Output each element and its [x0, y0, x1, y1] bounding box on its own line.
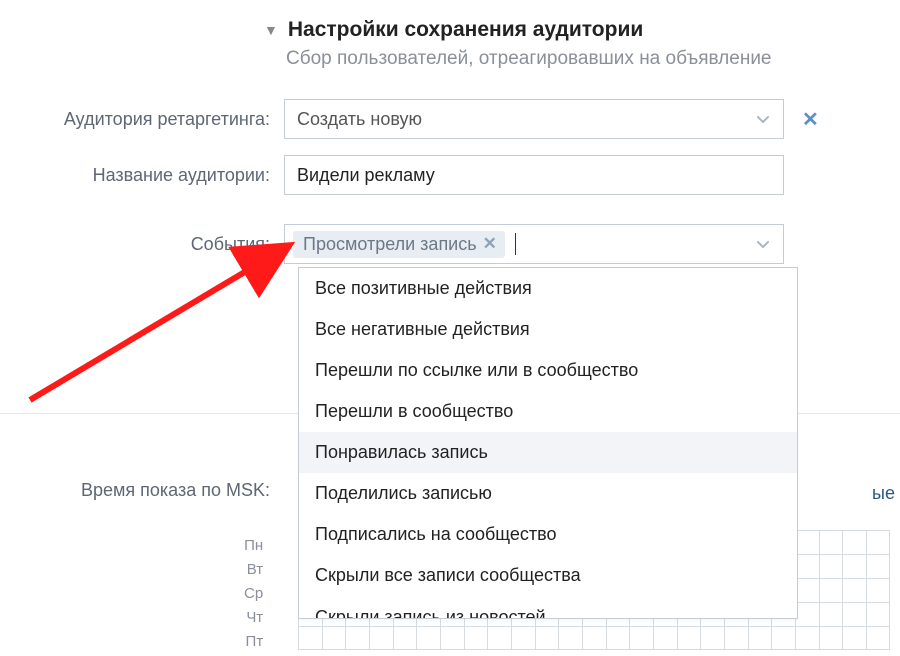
schedule-cell[interactable]: [582, 626, 606, 650]
schedule-cell[interactable]: [819, 530, 843, 554]
schedule-cell[interactable]: [842, 602, 866, 626]
schedule-cell[interactable]: [748, 626, 772, 650]
collapse-icon[interactable]: ▼: [264, 22, 278, 38]
dropdown-item[interactable]: Все позитивные действия: [299, 268, 797, 309]
schedule-cell[interactable]: [771, 626, 795, 650]
schedule-cell[interactable]: [416, 626, 440, 650]
section-header: ▼ Настройки сохранения аудитории Сбор по…: [264, 18, 880, 70]
schedule-cell[interactable]: [795, 578, 819, 602]
schedule-cell[interactable]: [819, 602, 843, 626]
label-events: События:: [0, 234, 284, 255]
schedule-cell[interactable]: [724, 626, 748, 650]
retargeting-select-value: Создать новую: [297, 109, 422, 130]
dropdown-item[interactable]: Подписались на сообщество: [299, 514, 797, 555]
schedule-cell[interactable]: [795, 602, 819, 626]
side-link-fragment[interactable]: ые: [872, 483, 895, 504]
weekday-label: Ср: [244, 582, 263, 606]
schedule-cell[interactable]: [842, 530, 866, 554]
label-time: Время показа по MSK:: [0, 480, 284, 501]
schedule-cell[interactable]: [866, 554, 890, 578]
row-audience-name: Название аудитории: Видели рекламу: [0, 155, 900, 195]
dropdown-item[interactable]: Скрыли запись из новостей: [299, 596, 797, 618]
section-title: Настройки сохранения аудитории: [288, 18, 643, 42]
schedule-cell[interactable]: [866, 602, 890, 626]
audience-name-input[interactable]: Видели рекламу: [284, 155, 784, 195]
schedule-cell[interactable]: [606, 626, 630, 650]
events-multiselect[interactable]: Просмотрели запись ✕: [284, 224, 784, 264]
schedule-cell[interactable]: [866, 626, 890, 650]
schedule-cell[interactable]: [322, 626, 346, 650]
event-chip-label: Просмотрели запись: [303, 234, 477, 255]
dropdown-item[interactable]: Понравилась запись: [299, 432, 797, 473]
dropdown-item[interactable]: Перешли в сообщество: [299, 391, 797, 432]
weekday-label: Пн: [244, 534, 263, 558]
schedule-cell[interactable]: [819, 554, 843, 578]
schedule-cell[interactable]: [653, 626, 677, 650]
dropdown-item[interactable]: Все негативные действия: [299, 309, 797, 350]
schedule-cell[interactable]: [819, 626, 843, 650]
schedule-cell[interactable]: [677, 626, 701, 650]
schedule-cell[interactable]: [393, 626, 417, 650]
schedule-cell[interactable]: [440, 626, 464, 650]
weekday-label: Чт: [244, 606, 263, 630]
schedule-cell[interactable]: [629, 626, 653, 650]
row-retargeting: Аудитория ретаргетинга: Создать новую ✕: [0, 99, 900, 139]
chevron-down-icon: [755, 111, 771, 127]
schedule-cell[interactable]: [487, 626, 511, 650]
schedule-cell[interactable]: [511, 626, 535, 650]
schedule-cell[interactable]: [369, 626, 393, 650]
schedule-cell[interactable]: [819, 578, 843, 602]
event-chip: Просмотрели запись ✕: [293, 231, 505, 258]
schedule-cell[interactable]: [795, 530, 819, 554]
schedule-cell[interactable]: [700, 626, 724, 650]
schedule-cell[interactable]: [866, 578, 890, 602]
events-dropdown[interactable]: Все позитивные действияВсе негативные де…: [298, 267, 798, 619]
label-retargeting: Аудитория ретаргетинга:: [0, 109, 284, 130]
weekday-label: Вт: [244, 558, 263, 582]
dropdown-item[interactable]: Скрыли все записи сообщества: [299, 555, 797, 596]
text-cursor: [515, 233, 516, 255]
schedule-cell[interactable]: [842, 554, 866, 578]
schedule-cell[interactable]: [795, 626, 819, 650]
row-events: События: Просмотрели запись ✕: [0, 224, 900, 264]
chevron-down-icon[interactable]: [755, 236, 771, 252]
schedule-cell[interactable]: [795, 554, 819, 578]
weekday-labels: ПнВтСрЧтПт: [244, 534, 263, 654]
weekday-label: Пт: [244, 630, 263, 654]
label-audience-name: Название аудитории:: [0, 165, 284, 186]
dropdown-item[interactable]: Поделились записью: [299, 473, 797, 514]
retargeting-select[interactable]: Создать новую: [284, 99, 784, 139]
schedule-cell[interactable]: [535, 626, 559, 650]
schedule-cell[interactable]: [842, 578, 866, 602]
audience-name-value: Видели рекламу: [297, 165, 435, 186]
schedule-cell[interactable]: [464, 626, 488, 650]
schedule-cell[interactable]: [558, 626, 582, 650]
remove-audience-button[interactable]: ✕: [802, 107, 819, 132]
remove-chip-icon[interactable]: ✕: [483, 234, 497, 254]
schedule-cell[interactable]: [866, 530, 890, 554]
schedule-cell[interactable]: [345, 626, 369, 650]
schedule-cell[interactable]: [298, 626, 322, 650]
dropdown-item[interactable]: Перешли по ссылке или в сообщество: [299, 350, 797, 391]
schedule-cell[interactable]: [842, 626, 866, 650]
section-subtitle: Сбор пользователей, отреагировавших на о…: [286, 48, 880, 70]
